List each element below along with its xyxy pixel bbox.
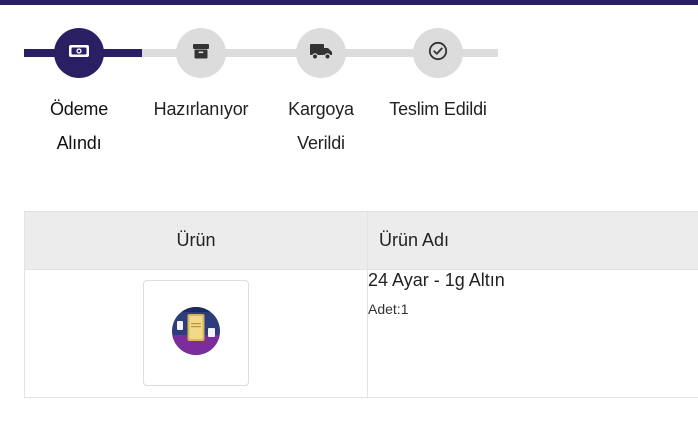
step-circle — [54, 28, 104, 78]
step-label-line2: Alındı — [56, 133, 102, 153]
product-image-cell — [24, 269, 368, 398]
product-name: 24 Ayar - 1g Altın — [368, 270, 505, 290]
column-header-product: Ürün — [24, 211, 368, 270]
order-status-stepper: Ödeme Alındı Hazırlanıyor Kargoya Verild… — [24, 28, 498, 158]
order-items-table: Ürün Ürün Adı 24 Ayar - 1g Altın Adet:1 — [24, 211, 698, 398]
step-shipped: Kargoya Verildi — [266, 28, 376, 160]
step-circle — [176, 28, 226, 78]
step-label-line1: Kargoya — [288, 99, 354, 119]
step-preparing: Hazırlanıyor — [146, 28, 256, 126]
table-header-row: Ürün Ürün Adı — [24, 211, 698, 270]
step-circle — [296, 28, 346, 78]
step-payment-received: Ödeme Alındı — [24, 28, 134, 160]
box-icon — [192, 42, 210, 65]
top-accent-bar — [0, 0, 698, 5]
step-delivered: Teslim Edildi — [383, 28, 493, 126]
money-icon — [68, 43, 90, 64]
step-circle — [413, 28, 463, 78]
truck-icon — [309, 42, 333, 65]
product-thumbnail[interactable] — [143, 280, 249, 386]
gold-bar-product-image — [170, 305, 222, 362]
step-label-line1: Teslim Edildi — [389, 99, 487, 119]
step-label-line2: Verildi — [297, 133, 345, 153]
table-row: 24 Ayar - 1g Altın Adet:1 — [24, 269, 698, 398]
step-label-line1: Hazırlanıyor — [153, 99, 249, 119]
product-quantity: Adet:1 — [368, 301, 409, 317]
column-header-product-name: Ürün Adı — [367, 211, 698, 270]
check-circle-icon — [428, 41, 448, 66]
product-name-cell: 24 Ayar - 1g Altın Adet:1 — [367, 269, 698, 398]
step-label-line1: Ödeme — [49, 99, 109, 119]
